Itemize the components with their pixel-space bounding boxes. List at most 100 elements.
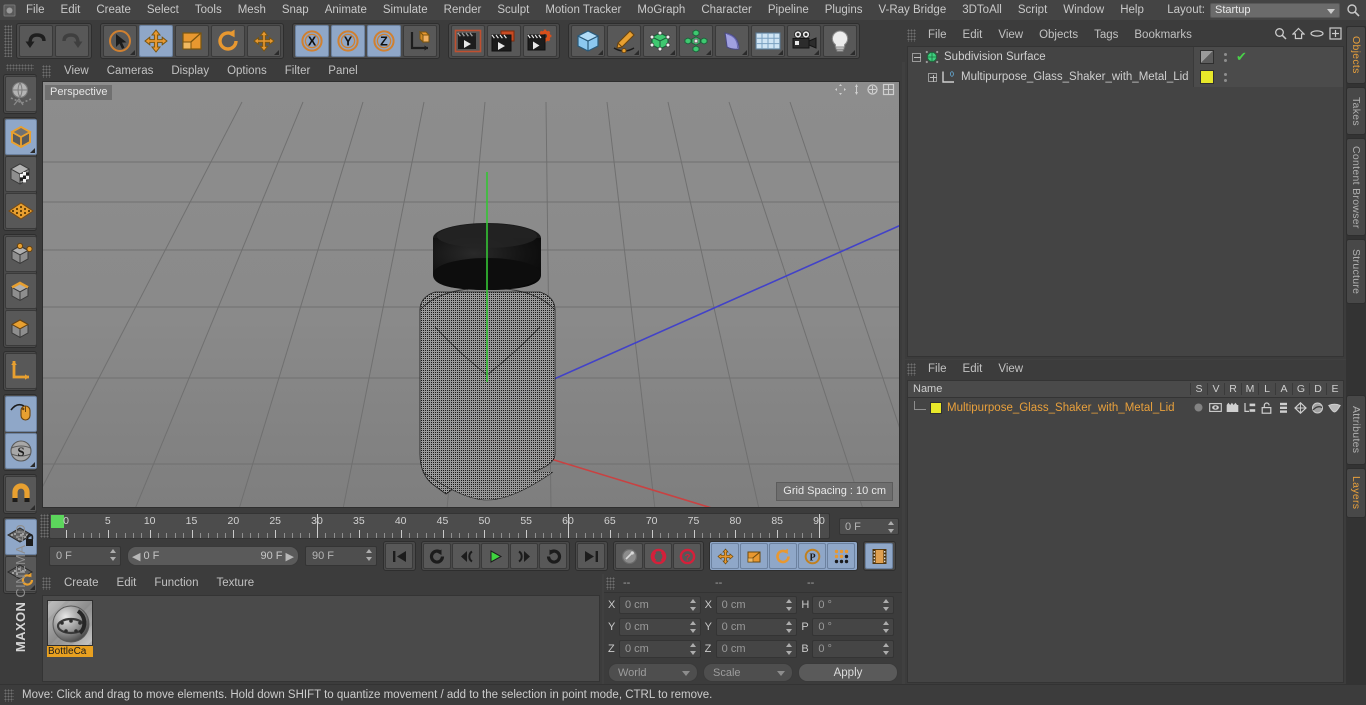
keyframe-selection-icon[interactable]: ?	[673, 543, 701, 569]
key-position-icon[interactable]	[711, 543, 739, 569]
vtab-objects[interactable]: Objects	[1346, 26, 1366, 84]
stepper-icon[interactable]	[786, 599, 793, 611]
menu-item-cameras[interactable]: Cameras	[98, 62, 163, 81]
stepper-icon[interactable]	[786, 643, 793, 655]
left-toolbar-grip[interactable]	[6, 64, 34, 71]
layer-manager-grip[interactable]	[907, 362, 916, 376]
floor-environment-icon[interactable]	[751, 25, 785, 57]
menu-item-edit[interactable]: Edit	[955, 360, 991, 378]
menu-item-file[interactable]: File	[18, 0, 53, 20]
deformer-bend-icon[interactable]	[715, 25, 749, 57]
menu-item-display[interactable]: Display	[162, 62, 218, 81]
timeline-end-field[interactable]: 0 F	[839, 518, 899, 535]
column-m[interactable]: M	[1241, 383, 1258, 395]
y-axis-icon[interactable]: Y	[331, 25, 365, 57]
vtab-takes[interactable]: Takes	[1346, 87, 1366, 135]
lock-open-icon[interactable]	[1258, 401, 1275, 414]
enabled-check-icon[interactable]: ✔	[1236, 50, 1247, 63]
menu-item-objects[interactable]: Objects	[1031, 26, 1086, 44]
move-axis-icon[interactable]	[247, 25, 281, 57]
go-to-start-icon[interactable]	[385, 543, 413, 569]
vtab-content-browser[interactable]: Content Browser	[1346, 138, 1366, 236]
timeline-grip[interactable]	[40, 514, 49, 538]
coord-pos-z-input[interactable]: 0 cm	[619, 640, 701, 658]
coord-size-z-input[interactable]: 0 cm	[715, 640, 798, 658]
column-v[interactable]: V	[1207, 383, 1224, 395]
manager-icon[interactable]	[1241, 402, 1258, 413]
expander-icon[interactable]	[912, 52, 921, 62]
menu-item-help[interactable]: Help	[1112, 0, 1152, 20]
status-bar-grip[interactable]	[4, 688, 14, 702]
stepper-icon[interactable]	[786, 621, 793, 633]
expander-icon[interactable]	[928, 72, 937, 82]
render-to-picture-viewer-icon[interactable]	[487, 25, 521, 57]
viewport-3d[interactable]: Perspective Grid Spacing : 10 cm	[42, 81, 900, 508]
redo-icon[interactable]	[55, 25, 89, 57]
menu-item-simulate[interactable]: Simulate	[375, 0, 436, 20]
menu-item-3dtoall[interactable]: 3DToAll	[954, 0, 1010, 20]
menu-item-mesh[interactable]: Mesh	[230, 0, 274, 20]
column-e[interactable]: E	[1326, 383, 1343, 395]
solo-dot-icon[interactable]	[1190, 402, 1207, 413]
play-forward-loop-icon[interactable]	[539, 543, 567, 569]
nurbs-generator-icon[interactable]	[643, 25, 677, 57]
expression-icon[interactable]	[1326, 403, 1343, 413]
home-icon[interactable]	[1291, 27, 1306, 43]
point-mode-icon[interactable]	[5, 236, 37, 272]
column-g[interactable]: G	[1292, 383, 1309, 395]
menu-item-create[interactable]: Create	[55, 574, 108, 593]
stepper-icon[interactable]	[883, 599, 890, 611]
column-s[interactable]: S	[1190, 383, 1207, 395]
go-to-end-icon[interactable]	[577, 543, 605, 569]
array-modeling-icon[interactable]	[679, 25, 713, 57]
menu-item-create[interactable]: Create	[88, 0, 139, 20]
render-view-icon[interactable]	[451, 25, 485, 57]
menu-item-options[interactable]: Options	[218, 62, 276, 81]
menu-item-filter[interactable]: Filter	[276, 62, 320, 81]
menu-item-animate[interactable]: Animate	[317, 0, 375, 20]
menu-item-bookmarks[interactable]: Bookmarks	[1126, 26, 1200, 44]
menu-item-function[interactable]: Function	[145, 574, 207, 593]
menu-item-select[interactable]: Select	[139, 0, 187, 20]
stepper-icon[interactable]	[689, 643, 697, 655]
menu-item-render[interactable]: Render	[436, 0, 490, 20]
step-forward-icon[interactable]	[510, 543, 538, 569]
coord-size-x-input[interactable]: 0 cm	[715, 596, 798, 614]
vtab-layers[interactable]: Layers	[1346, 468, 1366, 518]
menu-item-view[interactable]: View	[990, 360, 1031, 378]
coord-rot-h-input[interactable]: 0 °	[812, 596, 895, 614]
menu-item-view[interactable]: View	[990, 26, 1031, 44]
key-rotation-icon[interactable]	[769, 543, 797, 569]
menu-item-window[interactable]: Window	[1055, 0, 1112, 20]
stepper-icon[interactable]	[689, 621, 697, 633]
key-pla-icon[interactable]	[827, 543, 855, 569]
rotate-tool-icon[interactable]	[211, 25, 245, 57]
object-row-subdivision-surface[interactable]: Subdivision Surface ✔	[908, 47, 1343, 67]
menu-item-v-ray-bridge[interactable]: V-Ray Bridge	[870, 0, 954, 20]
autokeying-icon[interactable]	[644, 543, 672, 569]
coord-rot-p-input[interactable]: 0 °	[812, 618, 895, 636]
toolbar-grip[interactable]	[4, 25, 12, 57]
viewport-maximize-icon[interactable]	[882, 83, 895, 96]
stepper-icon[interactable]	[689, 599, 697, 611]
model-mode-icon[interactable]	[5, 119, 37, 155]
layer-list[interactable]: Name S V R M L A G D E Multipurpose_Glas…	[907, 380, 1344, 683]
layout-select[interactable]: Startup	[1210, 2, 1340, 18]
object-row-glass-shaker[interactable]: 0 Multipurpose_Glass_Shaker_with_Metal_L…	[908, 67, 1343, 87]
new-layout-icon[interactable]	[1329, 27, 1342, 43]
viewport-menu-grip[interactable]	[42, 65, 51, 78]
timeline-range-slider[interactable]: ◀ 0 F 90 F ▶	[127, 546, 299, 566]
menu-item-texture[interactable]: Texture	[207, 574, 263, 593]
spline-pen-icon[interactable]	[607, 25, 641, 57]
menu-item-edit[interactable]: Edit	[53, 0, 89, 20]
menu-item-edit[interactable]: Edit	[955, 26, 991, 44]
viewport-pan-icon[interactable]	[834, 83, 847, 96]
viewport-zoom-icon[interactable]	[866, 83, 879, 96]
vtab-structure[interactable]: Structure	[1346, 239, 1366, 304]
stepper-icon[interactable]	[888, 521, 895, 533]
stepper-icon[interactable]	[366, 549, 373, 561]
polygon-mode-icon[interactable]	[5, 310, 37, 346]
visibility-dots-icon[interactable]	[1220, 52, 1230, 62]
menu-item-file[interactable]: File	[920, 360, 955, 378]
menu-item-motion-tracker[interactable]: Motion Tracker	[537, 0, 629, 20]
